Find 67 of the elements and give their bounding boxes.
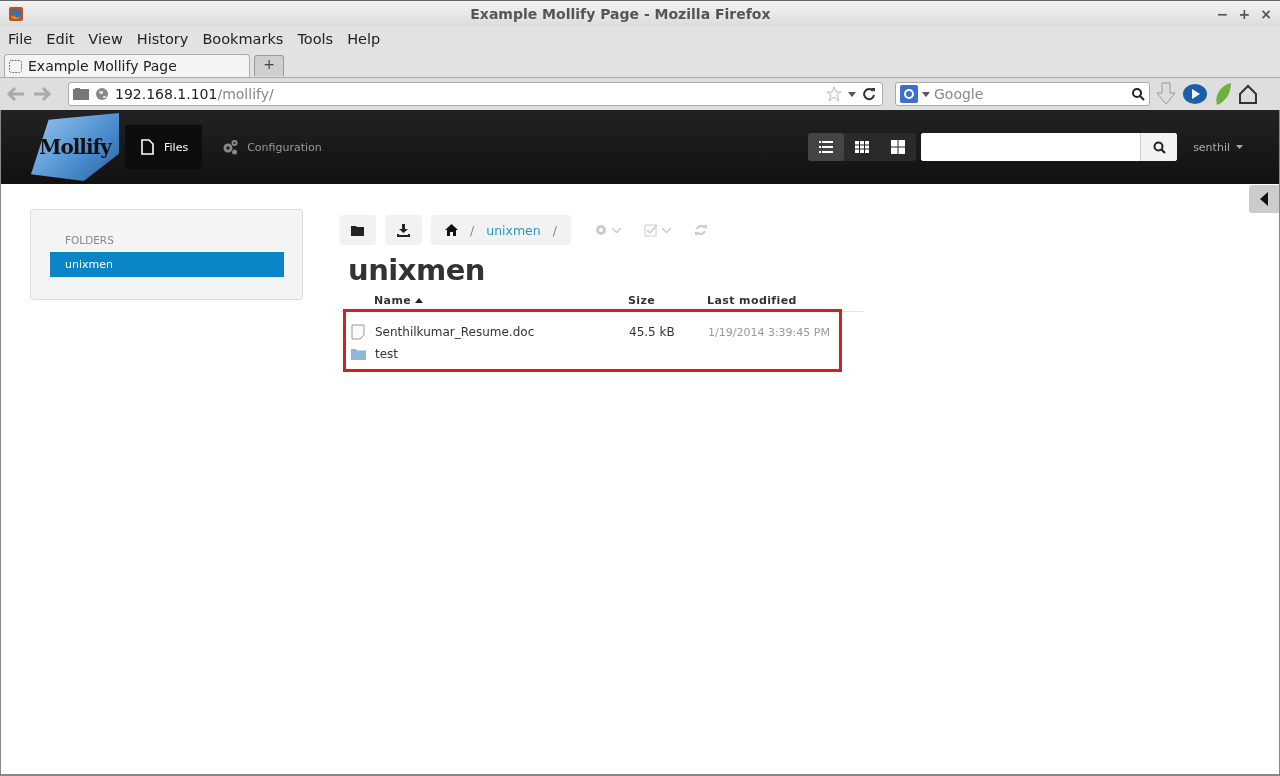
refresh-icon (693, 223, 708, 237)
configuration-tab[interactable]: Configuration (208, 125, 336, 169)
globe-icon (95, 87, 109, 101)
column-header[interactable]: Name (374, 294, 628, 307)
menu-item[interactable]: View (88, 31, 123, 47)
file-size: 45.5 kB (629, 325, 676, 339)
search-icon[interactable] (1132, 87, 1145, 101)
star-icon[interactable] (826, 86, 842, 102)
new-tab-button[interactable]: + (254, 55, 284, 76)
maximize-button[interactable]: + (1238, 5, 1251, 22)
menu-item[interactable]: File (8, 31, 33, 47)
folder-icon (73, 88, 89, 100)
folder-icon (351, 348, 366, 360)
dropdown-caret-icon[interactable] (922, 91, 930, 97)
column-header[interactable]: Last modified (707, 294, 864, 307)
menu-item[interactable]: Bookmarks (202, 31, 284, 47)
search-engine-icon[interactable] (900, 85, 918, 103)
upload-button[interactable] (385, 215, 422, 245)
breadcrumb-separator: / (552, 222, 557, 238)
address-bar[interactable]: 192.168.1.101/mollify/ (68, 82, 883, 106)
home-icon[interactable] (1238, 84, 1258, 104)
reload-icon[interactable] (862, 87, 876, 101)
search-button[interactable] (1140, 133, 1178, 161)
browser-tab[interactable]: Example Mollify Page (4, 54, 250, 77)
caret-icon (661, 227, 671, 233)
folder-menu-button[interactable] (339, 215, 376, 245)
caret-icon (611, 227, 621, 233)
file-name[interactable]: test (375, 347, 629, 361)
search-engine-box[interactable]: Google (895, 82, 1150, 106)
search-icon (1152, 140, 1166, 154)
checkbox-icon (643, 223, 658, 237)
list-view-button[interactable] (808, 133, 845, 161)
mollify-logo[interactable]: Mollify (31, 113, 119, 181)
folder-item[interactable]: unixmen (50, 252, 284, 277)
column-header[interactable]: Size (628, 294, 707, 307)
window-title: Example Mollify Page - Mozilla Firefox (469, 5, 772, 22)
close-button[interactable]: × (1260, 5, 1272, 22)
play-button-icon[interactable] (1182, 83, 1208, 105)
menu-item[interactable]: Edit (46, 31, 75, 47)
small-grid-icon (855, 140, 870, 154)
dropdown-caret-icon[interactable] (848, 91, 856, 97)
file-name[interactable]: Senthilkumar_Resume.doc (375, 325, 629, 339)
caret-icon (1236, 145, 1243, 149)
download-tray-icon (397, 223, 410, 237)
folder-title: unixmen (348, 253, 486, 287)
url-text: 192.168.1.101/mollify/ (115, 86, 274, 102)
document-icon (351, 324, 365, 340)
home-icon[interactable] (445, 224, 458, 236)
user-menu[interactable]: senthil (1193, 140, 1243, 154)
breadcrumb-separator: / (470, 222, 475, 238)
list-view-icon (819, 140, 834, 154)
gear-icon (593, 223, 608, 237)
files-tab[interactable]: Files (125, 125, 203, 169)
document-icon (139, 138, 156, 156)
page-icon (9, 59, 22, 73)
gears-icon (222, 138, 240, 156)
menu-item[interactable]: Help (347, 31, 381, 47)
folders-heading: FOLDERS (65, 234, 115, 246)
sidebar-toggle-button[interactable] (1249, 185, 1279, 213)
menu-item[interactable]: Tools (297, 31, 334, 47)
menu-item[interactable]: History (136, 31, 189, 47)
minimize-button[interactable]: − (1216, 5, 1229, 22)
firefox-icon (8, 5, 24, 22)
folder-icon (351, 224, 364, 236)
triangle-left-icon (1260, 192, 1268, 206)
modified-date: 1/19/2014 3:39:45 PM (708, 325, 831, 339)
large-grid-icon (891, 140, 906, 154)
